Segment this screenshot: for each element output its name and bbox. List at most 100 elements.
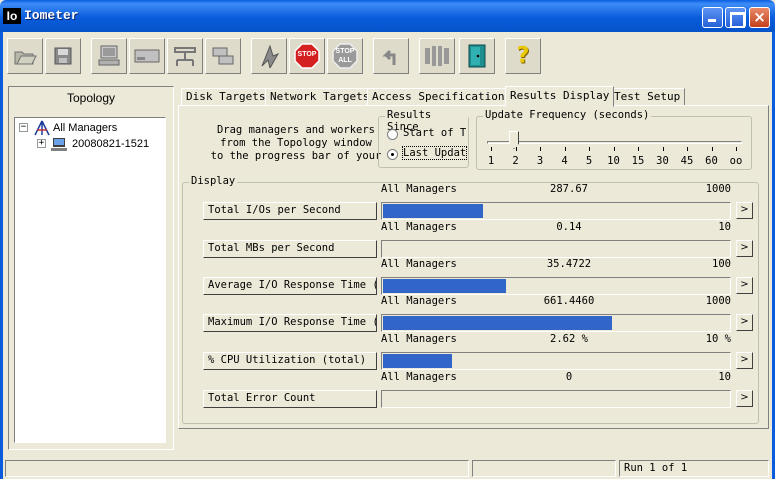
metric-value: 287.67	[550, 183, 588, 195]
metric-next-button[interactable]: >	[736, 240, 753, 257]
stop-button[interactable]: STOP	[289, 38, 325, 74]
computer-icon	[51, 138, 67, 151]
frequency-tick	[613, 147, 615, 151]
frequency-tick-label: oo	[729, 155, 743, 167]
metric-max: 100	[712, 258, 731, 270]
toolbar: STOP STOP ALL ?	[3, 32, 772, 78]
drag-hint-line2: from the Topology window	[220, 137, 372, 149]
metric-next-button[interactable]: >	[736, 390, 753, 407]
tab-disk-targets[interactable]: Disk Targets	[181, 88, 271, 106]
results-display-panel: Drag managers and workers from the Topol…	[178, 105, 769, 429]
open-button[interactable]	[7, 38, 43, 74]
frequency-tick-label: 45	[680, 155, 694, 167]
metric-progress-bar[interactable]	[381, 202, 731, 220]
network-button[interactable]	[167, 38, 203, 74]
reset-button[interactable]	[373, 38, 409, 74]
metric-progress-fill	[383, 279, 506, 293]
minimize-icon	[703, 8, 722, 27]
tab-access-specifications[interactable]: Access Specifications	[367, 88, 517, 106]
frequency-tick	[491, 147, 492, 151]
radio-last-update-label: Last Updat	[401, 146, 468, 160]
metric-progress-bar[interactable]	[381, 314, 731, 332]
radio-start-of-test[interactable]	[387, 129, 398, 140]
metric-target: All Managers	[381, 295, 457, 307]
frequency-tick	[540, 147, 541, 151]
save-button[interactable]	[45, 38, 81, 74]
exit-door-icon	[468, 44, 486, 68]
metric-progress-bar[interactable]	[381, 240, 731, 258]
new-worker-button[interactable]	[129, 38, 165, 74]
metric-select-button[interactable]: Average I/O Response Time (m	[203, 277, 377, 295]
client-area: Topology − All Managers + 20080821-1521 …	[3, 80, 772, 456]
tab-results-display[interactable]: Results Display	[505, 86, 615, 107]
metric-max: 1000	[705, 183, 731, 195]
reset-icon	[382, 49, 396, 65]
minimize-button[interactable]	[702, 7, 723, 28]
frequency-tick	[711, 147, 713, 151]
drag-hint-line1: Drag managers and workers	[216, 124, 376, 136]
metric-select-button[interactable]: % CPU Utilization (total)	[203, 352, 377, 370]
help-button[interactable]: ?	[505, 38, 541, 74]
metric-progress-bar[interactable]	[381, 277, 731, 295]
topology-tree[interactable]: − All Managers + 20080821-1521	[14, 117, 166, 443]
start-icon	[261, 44, 280, 68]
metric-target: All Managers	[381, 183, 457, 195]
maximize-button[interactable]	[725, 7, 746, 28]
metric-next-button[interactable]: >	[736, 277, 753, 294]
metric-next-button[interactable]: >	[736, 314, 753, 331]
update-frequency-legend: Update Frequency (seconds)	[483, 109, 652, 121]
metric-select-button[interactable]: Total Error Count	[203, 390, 377, 408]
save-icon	[54, 47, 72, 65]
frequency-tick	[515, 147, 517, 151]
metric-progress-bar[interactable]	[381, 390, 731, 408]
frequency-tick	[736, 147, 737, 151]
metric-max: 10	[718, 221, 731, 233]
metric-progress-bar[interactable]	[381, 352, 731, 370]
frequency-tick-label: 60	[705, 155, 718, 167]
radio-last-update[interactable]	[387, 149, 398, 160]
expand-icon[interactable]: +	[37, 139, 46, 148]
drag-hint: Drag managers and workers from the Topol…	[201, 124, 391, 163]
metric-max: 10	[718, 371, 731, 383]
metric-next-button[interactable]: >	[736, 202, 753, 219]
metric-next-button[interactable]: >	[736, 352, 753, 369]
metric-value: 0	[565, 371, 573, 383]
metric-value: 2.62 %	[550, 333, 588, 345]
metric-progress-fill	[383, 354, 452, 368]
radio-start-of-test-label: Start of T	[403, 127, 467, 139]
frequency-tick	[638, 147, 639, 151]
update-frequency-group: Update Frequency (seconds) 1 2 3 4 5 10 15 30 45…	[476, 109, 752, 170]
frequency-tick	[662, 147, 664, 151]
tab-test-setup[interactable]: Test Setup	[609, 88, 686, 106]
metric-target: All Managers	[381, 258, 457, 270]
start-button[interactable]	[251, 38, 287, 74]
metric-value: 661.4460	[543, 295, 595, 307]
exit-button[interactable]	[459, 38, 495, 74]
close-button[interactable]: ×	[749, 7, 770, 28]
frequency-slider-thumb[interactable]	[509, 131, 519, 149]
display-legend: Display	[189, 175, 238, 187]
collapse-icon[interactable]: −	[19, 123, 28, 132]
metric-select-button[interactable]: Total MBs per Second	[203, 240, 377, 258]
metric-select-button[interactable]: Maximum I/O Response Time (m	[203, 314, 377, 332]
stop-all-label: STOP	[335, 48, 355, 55]
stop-all-button[interactable]: STOP ALL	[327, 38, 363, 74]
topology-panel: Topology − All Managers + 20080821-1521	[8, 86, 174, 450]
frequency-tick-label: 3	[536, 155, 544, 167]
copy-worker-button[interactable]	[205, 38, 241, 74]
new-manager-button[interactable]	[91, 38, 127, 74]
status-pane-main	[5, 460, 469, 477]
frequency-tick-label: 1	[487, 155, 495, 167]
metric-value: 35.4722	[546, 258, 592, 270]
metric-select-button[interactable]: Total I/Os per Second	[203, 202, 377, 220]
title-bar: Io Iometer ×	[0, 0, 775, 32]
metric-progress-fill	[383, 204, 483, 218]
new-worker-icon	[134, 49, 160, 63]
stop-all-icon	[332, 43, 358, 69]
frequency-slider-track[interactable]	[487, 141, 742, 144]
tab-network-targets[interactable]: Network Targets	[265, 88, 375, 106]
results-button[interactable]	[419, 38, 455, 74]
stop-all-sublabel: ALL	[338, 57, 352, 64]
tree-label-all-managers: All Managers	[53, 122, 118, 134]
frequency-tick	[564, 147, 566, 151]
